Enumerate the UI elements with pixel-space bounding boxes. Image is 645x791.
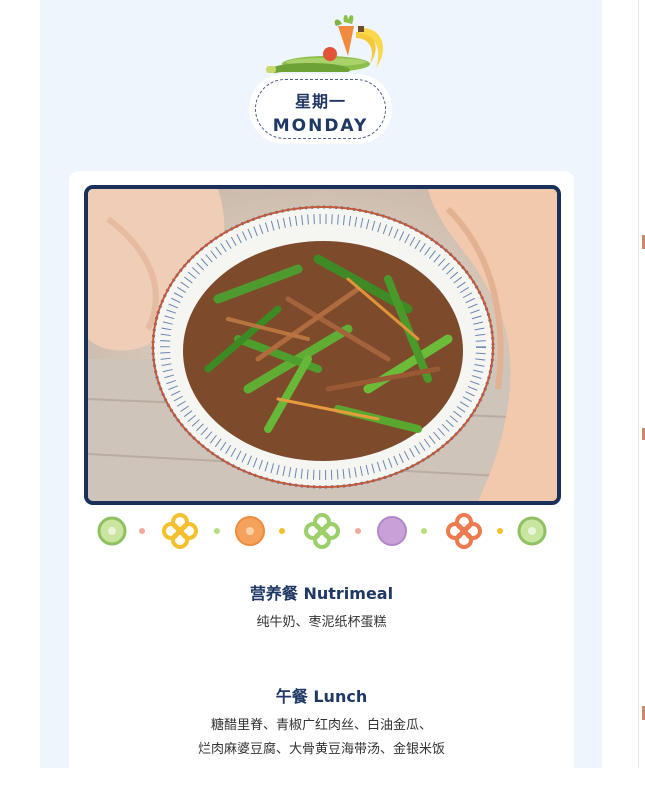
decorative-divider-icon	[97, 513, 547, 549]
dish-photo	[84, 185, 561, 505]
meal-items-lunch: 糖醋里脊、青椒广红肉丝、白油金瓜、 烂肉麻婆豆腐、大骨黄豆海带汤、金银米饭	[69, 714, 574, 762]
meal-line: 糖醋里脊、青椒广红肉丝、白油金瓜、	[210, 718, 432, 733]
meal-items-nutrimeal: 纯牛奶、枣泥纸杯蛋糕	[69, 611, 574, 635]
vegetables-illustration-icon	[266, 14, 384, 77]
adjacent-page-edge	[638, 0, 645, 768]
day-english-label: MONDAY	[272, 116, 369, 136]
meal-title-nutrimeal: 营养餐 Nutrimeal	[249, 584, 394, 603]
day-chinese-label: 星期一	[294, 92, 346, 111]
meal-line: 纯牛奶、枣泥纸杯蛋糕	[256, 615, 387, 630]
meal-title-lunch: 午餐 Lunch	[275, 687, 368, 706]
day-badge: 星期一 MONDAY	[249, 74, 392, 144]
meal-line: 烂肉麻婆豆腐、大骨黄豆海带汤、金银米饭	[197, 742, 445, 757]
